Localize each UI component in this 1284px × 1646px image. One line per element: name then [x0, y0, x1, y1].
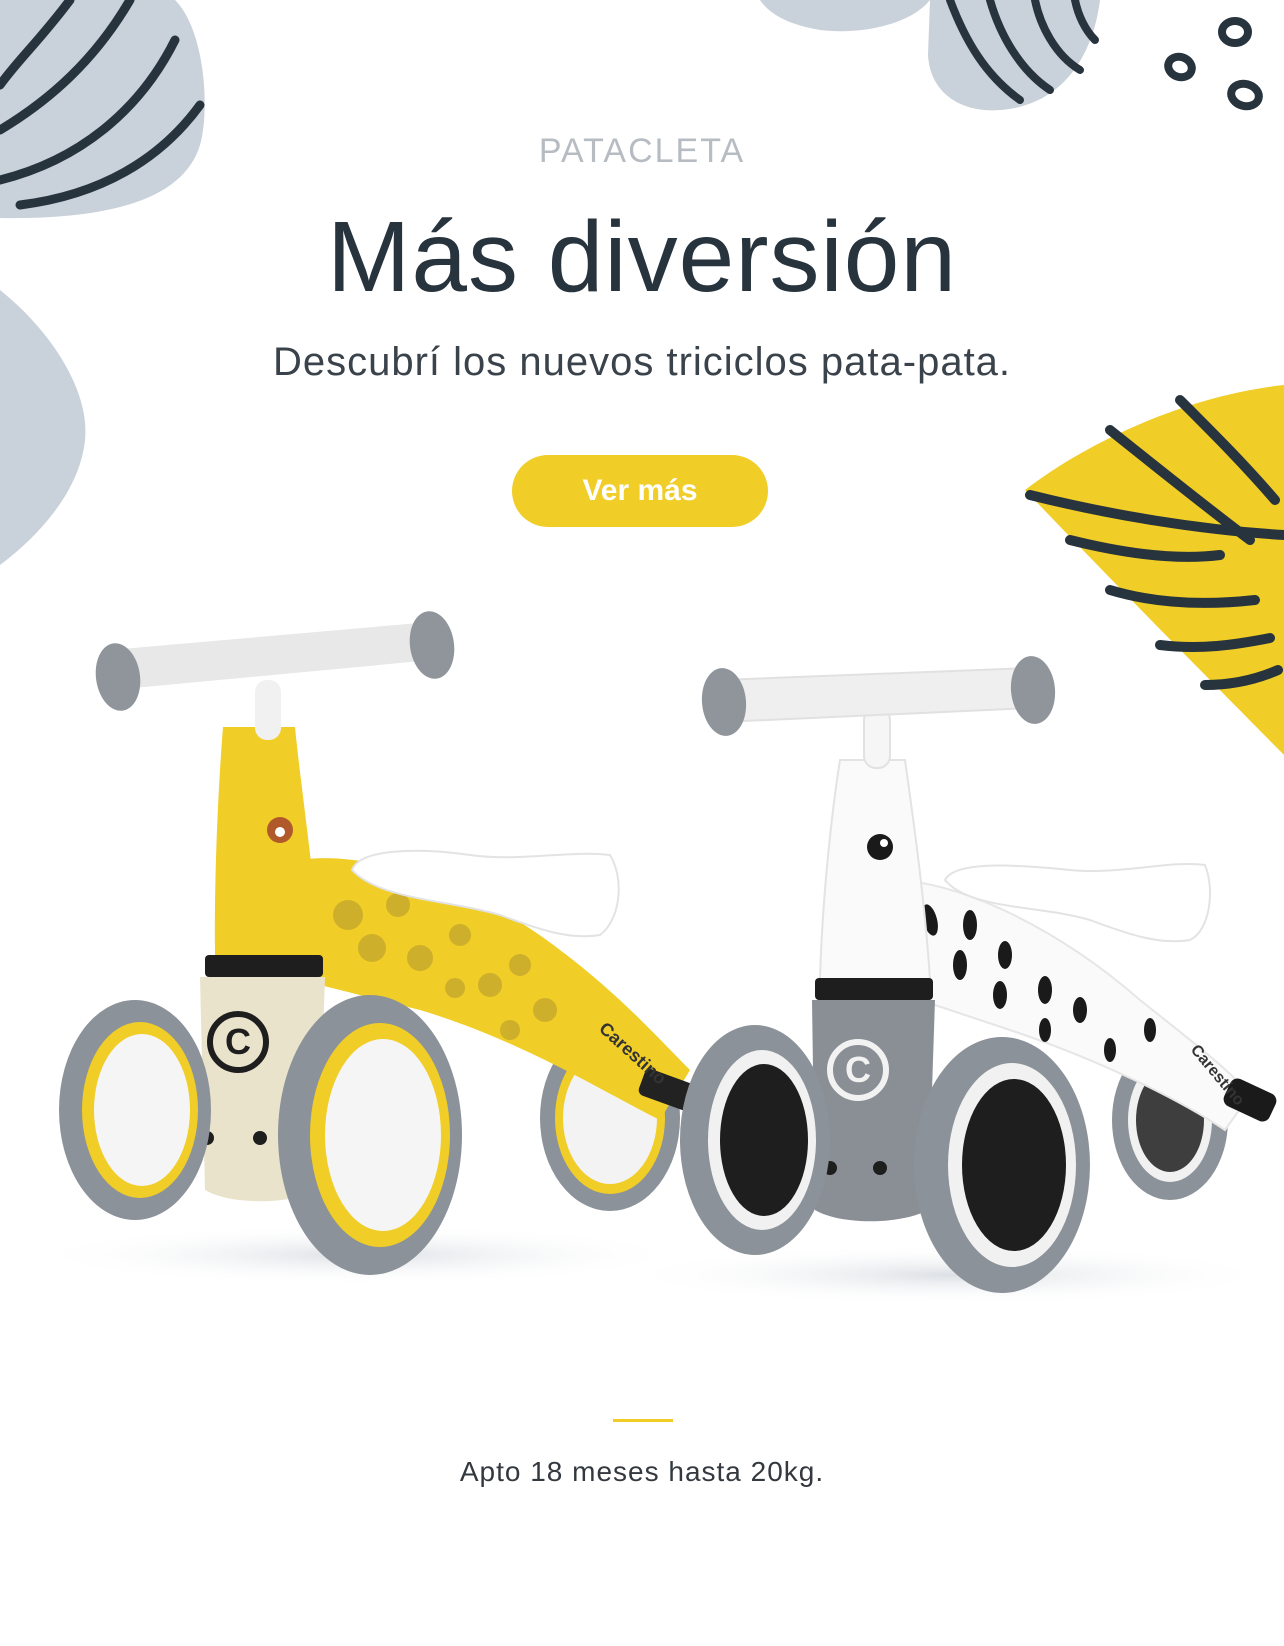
- dots-decoration: [1164, 17, 1263, 111]
- ver-mas-button[interactable]: Ver más: [512, 455, 768, 527]
- svg-text:C: C: [225, 1021, 251, 1062]
- svg-text:C: C: [845, 1049, 871, 1090]
- age-weight-note: Apto 18 meses hasta 20kg.: [459, 1456, 825, 1487]
- leaf-top-center-decoration: [760, 0, 1100, 111]
- leaf-top-left-decoration: [0, 0, 205, 219]
- white-zebra-trike: Carestino C: [620, 656, 1280, 1305]
- page-title: Más diversión: [327, 201, 957, 313]
- leaf-left-edge-decoration: [0, 290, 86, 565]
- eyebrow-label: PATACLETA: [538, 132, 746, 170]
- yellow-giraffe-trike: Carestino C: [30, 611, 697, 1285]
- product-image: Carestino C Carestino C: [30, 611, 1280, 1305]
- subheadline: Descubrí los nuevos triciclos pata-pata.: [272, 340, 1012, 384]
- accent-divider: [613, 1419, 673, 1422]
